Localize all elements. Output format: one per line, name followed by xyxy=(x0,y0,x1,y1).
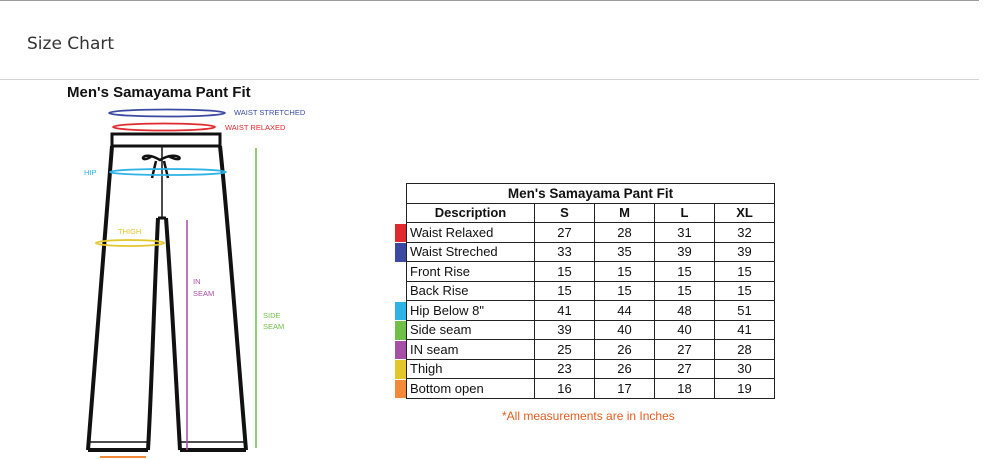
right-inner-seam xyxy=(164,217,182,451)
figure-title: Men's Samayama Pant Fit xyxy=(67,84,251,101)
row-label: Thigh xyxy=(406,358,535,379)
table-row: Hip Below 8" 41 44 48 51 xyxy=(406,300,775,321)
table-title: Men's Samayama Pant Fit xyxy=(406,183,775,204)
cell-xl: 51 xyxy=(714,300,775,321)
cell-l: 27 xyxy=(654,358,715,379)
cell-l: 39 xyxy=(654,241,715,262)
cell-s: 15 xyxy=(534,261,595,282)
cell-s: 39 xyxy=(534,319,595,340)
table-row: Side seam 39 40 40 41 xyxy=(406,319,775,340)
cell-xl: 39 xyxy=(714,241,775,262)
cell-m: 28 xyxy=(594,222,655,243)
cell-xl: 15 xyxy=(714,261,775,282)
row-color-swatch xyxy=(395,340,406,359)
cell-xl: 19 xyxy=(714,378,775,399)
header-l: L xyxy=(654,202,715,223)
row-label: IN seam xyxy=(406,339,535,360)
table-row: Waist Streched 33 35 39 39 xyxy=(406,241,775,262)
header-m: M xyxy=(594,202,655,223)
left-inner-seam xyxy=(146,217,160,451)
size-chart-header: Size Chart xyxy=(0,1,993,80)
cell-xl: 41 xyxy=(714,319,775,340)
cell-s: 23 xyxy=(534,358,595,379)
cell-s: 27 xyxy=(534,222,595,243)
right-outer-seam xyxy=(218,145,248,451)
row-label: Waist Streched xyxy=(406,241,535,262)
side-seam-label-2: SEAM xyxy=(263,322,284,331)
cell-s: 15 xyxy=(534,280,595,301)
cell-m: 26 xyxy=(594,358,655,379)
cell-l: 15 xyxy=(654,261,715,282)
cell-l: 40 xyxy=(654,319,715,340)
row-label: Front Rise xyxy=(406,261,535,282)
table-row: IN seam 25 26 27 28 xyxy=(406,339,775,360)
cell-s: 25 xyxy=(534,339,595,360)
table-row: Bottom open 16 17 18 19 xyxy=(406,378,775,399)
side-seam-label-1: SIDE xyxy=(263,311,281,320)
row-color-swatch xyxy=(395,243,406,262)
cell-l: 18 xyxy=(654,378,715,399)
table-header-row: Description S M L XL xyxy=(406,202,775,223)
cell-s: 41 xyxy=(534,300,595,321)
row-label: Back Rise xyxy=(406,280,535,301)
header-description: Description xyxy=(406,202,535,223)
header-xl: XL xyxy=(714,202,775,223)
waist-stretched-ellipse xyxy=(108,108,226,118)
row-color-swatch xyxy=(395,321,406,340)
waist-relaxed-ellipse xyxy=(112,122,216,132)
cell-m: 26 xyxy=(594,339,655,360)
cell-s: 33 xyxy=(534,241,595,262)
table-row: Waist Relaxed 27 28 31 32 xyxy=(406,222,775,243)
cell-m: 15 xyxy=(594,280,655,301)
cell-m: 15 xyxy=(594,261,655,282)
row-label: Bottom open xyxy=(406,378,535,399)
waistband xyxy=(110,132,222,148)
page-title: Size Chart xyxy=(27,34,115,54)
table-row: Front Rise 15 15 15 15 xyxy=(406,261,775,282)
row-color-swatch xyxy=(395,223,406,242)
row-label: Waist Relaxed xyxy=(406,222,535,243)
left-outer-seam xyxy=(86,145,114,451)
in-seam-label-2: SEAM xyxy=(193,289,214,298)
hip-label: HIP xyxy=(84,168,97,177)
cell-l: 15 xyxy=(654,280,715,301)
measurement-note: *All measurements are in Inches xyxy=(502,409,675,423)
waist-stretched-label: WAIST STRETCHED xyxy=(234,108,306,117)
row-label: Side seam xyxy=(406,319,535,340)
hip-ellipse xyxy=(109,168,227,176)
row-color-swatch xyxy=(395,360,406,379)
cell-l: 31 xyxy=(654,222,715,243)
cell-xl: 32 xyxy=(714,222,775,243)
waist-relaxed-label: WAIST RELAXED xyxy=(225,123,286,132)
size-table: Men's Samayama Pant Fit Description S M … xyxy=(406,183,775,399)
cell-l: 48 xyxy=(654,300,715,321)
in-seam-label-1: IN xyxy=(193,277,201,286)
cell-xl: 28 xyxy=(714,339,775,360)
row-color-swatch xyxy=(395,379,406,398)
row-color-swatch xyxy=(395,301,406,320)
table-row: Back Rise 15 15 15 15 xyxy=(406,280,775,301)
cell-xl: 30 xyxy=(714,358,775,379)
pant-diagram: WAIST STRETCHED WAIST RELAXED HIP THIGH … xyxy=(84,108,306,458)
cell-m: 40 xyxy=(594,319,655,340)
row-label: Hip Below 8" xyxy=(406,300,535,321)
cell-m: 44 xyxy=(594,300,655,321)
header-s: S xyxy=(534,202,595,223)
cell-xl: 15 xyxy=(714,280,775,301)
cell-m: 17 xyxy=(594,378,655,399)
cell-s: 16 xyxy=(534,378,595,399)
scrollbar[interactable] xyxy=(979,0,993,460)
table-row: Thigh 23 26 27 30 xyxy=(406,358,775,379)
cell-l: 27 xyxy=(654,339,715,360)
cell-m: 35 xyxy=(594,241,655,262)
thigh-label: THIGH xyxy=(118,227,141,236)
